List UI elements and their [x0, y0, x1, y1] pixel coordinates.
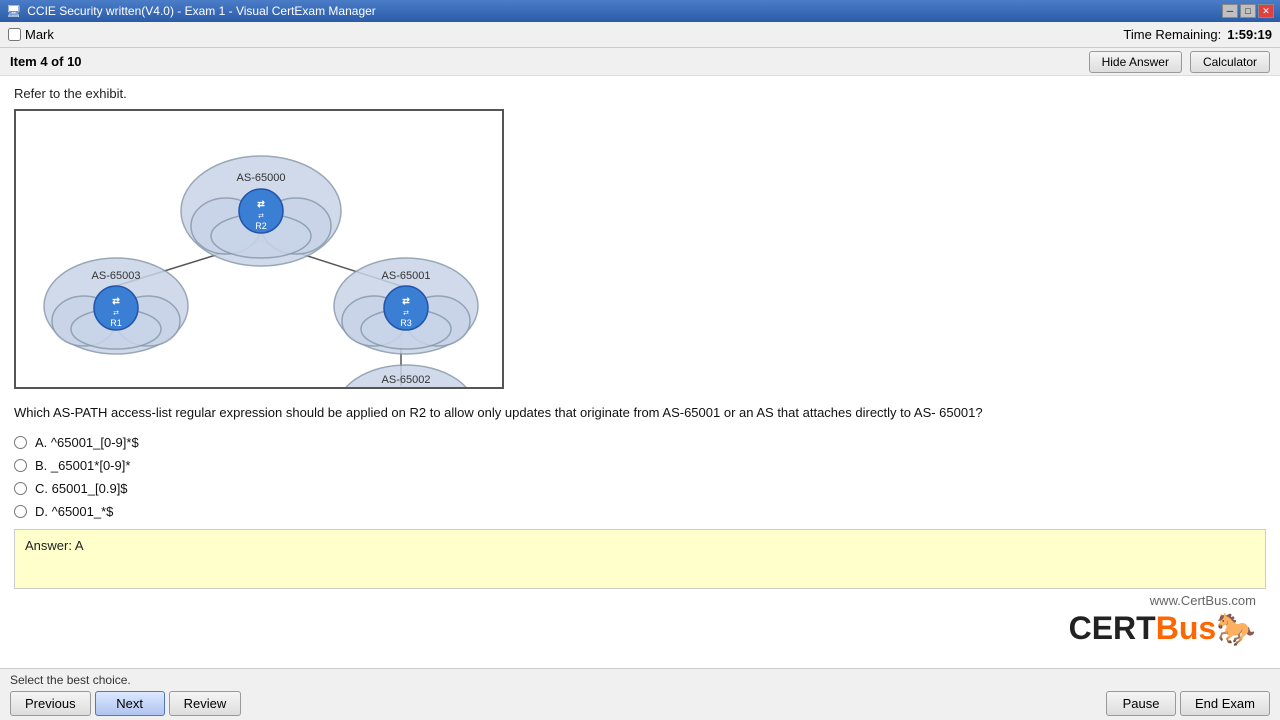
svg-text:⇄: ⇄	[402, 296, 410, 306]
answer-text: Answer: A	[25, 538, 84, 553]
app-icon: 🖥	[6, 4, 21, 18]
title-bar: 🖥 CCIE Security written(V4.0) - Exam 1 -…	[0, 0, 1280, 22]
title-bar-title: 🖥 CCIE Security written(V4.0) - Exam 1 -…	[6, 4, 376, 18]
svg-text:AS-65000: AS-65000	[237, 172, 286, 184]
question-text: Which AS-PATH access-list regular expres…	[14, 403, 1266, 423]
answer-box: Answer: A	[14, 529, 1266, 589]
option-d[interactable]: D. ^65001_*$	[14, 504, 1266, 519]
svg-text:R1: R1	[110, 318, 122, 328]
svg-text:AS-65003: AS-65003	[92, 270, 141, 282]
footer-right-buttons: Pause End Exam	[1106, 691, 1270, 716]
title-bar-controls[interactable]: ─ □ ✕	[1222, 4, 1274, 18]
network-diagram: AS-65000 ⇄ ⇄ R2 AS-65003 ⇄ ⇄ R1	[16, 111, 504, 389]
option-c[interactable]: C. 65001_[0.9]$	[14, 481, 1266, 496]
calculator-button[interactable]: Calculator	[1190, 51, 1270, 73]
option-a[interactable]: A. ^65001_[0-9]*$	[14, 435, 1266, 450]
svg-text:⇄: ⇄	[113, 310, 119, 317]
radio-d[interactable]	[14, 505, 27, 518]
certbus-name-bus: Bus	[1156, 610, 1216, 647]
option-c-label[interactable]: C. 65001_[0.9]$	[35, 481, 128, 496]
option-c-prefix: C.	[35, 481, 52, 496]
radio-c[interactable]	[14, 482, 27, 495]
radio-b[interactable]	[14, 459, 27, 472]
timer-value: 1:59:19	[1227, 27, 1272, 42]
svg-text:AS-65002: AS-65002	[382, 374, 431, 386]
footer-buttons: Previous Next Review Pause End Exam	[10, 691, 1270, 716]
certbus-name-cert: CERT	[1069, 610, 1156, 647]
svg-text:⇄: ⇄	[403, 310, 409, 317]
svg-text:⇄: ⇄	[257, 199, 265, 209]
footer-left-buttons: Previous Next Review	[10, 691, 241, 716]
maximize-button[interactable]: □	[1240, 4, 1256, 18]
network-exhibit: AS-65000 ⇄ ⇄ R2 AS-65003 ⇄ ⇄ R1	[14, 109, 504, 389]
answer-options: A. ^65001_[0-9]*$ B. _65001*[0-9]* C. 65…	[14, 435, 1266, 519]
exam-header: Item 4 of 10 Hide Answer Calculator	[0, 48, 1280, 76]
main-content: Refer to the exhibit. AS-65000 ⇄ ⇄ R2	[0, 76, 1280, 668]
close-button[interactable]: ✕	[1258, 4, 1274, 18]
previous-button[interactable]: Previous	[10, 691, 91, 716]
cloud-r1: AS-65003 ⇄ ⇄ R1	[44, 258, 188, 354]
option-b[interactable]: B. _65001*[0-9]*	[14, 458, 1266, 473]
option-a-prefix: A.	[35, 435, 51, 450]
item-label: Item 4 of 10	[10, 54, 82, 69]
end-exam-button[interactable]: End Exam	[1180, 691, 1270, 716]
mark-label: Mark	[25, 27, 54, 42]
footer: Select the best choice. Previous Next Re…	[0, 668, 1280, 720]
timer-label: Time Remaining:	[1123, 27, 1221, 42]
svg-text:R2: R2	[255, 221, 267, 231]
certbus-url: www.CertBus.com	[1069, 593, 1256, 608]
footer-hint: Select the best choice.	[10, 673, 1270, 687]
pause-button[interactable]: Pause	[1106, 691, 1176, 716]
certbus-logo: www.CertBus.com CERT Bus 🐎	[14, 589, 1266, 652]
svg-text:AS-65001: AS-65001	[382, 270, 431, 282]
option-b-prefix: B.	[35, 458, 51, 473]
option-b-text: _65001*[0-9]*	[51, 458, 131, 473]
option-c-text: 65001_[0.9]$	[52, 481, 128, 496]
svg-text:⇄: ⇄	[258, 213, 264, 220]
cloud-r3: AS-65001 ⇄ ⇄ R3	[334, 258, 478, 354]
refer-to-exhibit: Refer to the exhibit.	[14, 86, 1266, 101]
cloud-r2: AS-65000 ⇄ ⇄ R2	[181, 156, 341, 266]
window-title: CCIE Security written(V4.0) - Exam 1 - V…	[27, 4, 376, 18]
minimize-button[interactable]: ─	[1222, 4, 1238, 18]
mark-checkbox[interactable]	[8, 28, 21, 41]
review-button[interactable]: Review	[169, 691, 242, 716]
mark-checkbox-label[interactable]: Mark	[8, 27, 54, 42]
option-a-text: ^65001_[0-9]*$	[51, 435, 139, 450]
option-b-label[interactable]: B. _65001*[0-9]*	[35, 458, 130, 473]
cloud-r4: AS-65002 ⇄ ⇄ R4	[336, 365, 476, 389]
radio-a[interactable]	[14, 436, 27, 449]
option-a-label[interactable]: A. ^65001_[0-9]*$	[35, 435, 139, 450]
header-right: Hide Answer Calculator	[1089, 51, 1270, 73]
hide-answer-button[interactable]: Hide Answer	[1089, 51, 1182, 73]
option-d-prefix: D.	[35, 504, 52, 519]
svg-text:⇄: ⇄	[112, 296, 120, 306]
next-button[interactable]: Next	[95, 691, 165, 716]
mark-bar: Mark Time Remaining: 1:59:19	[0, 22, 1280, 48]
svg-text:R3: R3	[400, 318, 412, 328]
option-d-text: ^65001_*$	[52, 504, 114, 519]
certbus-icon: 🐎	[1216, 610, 1256, 648]
option-d-label[interactable]: D. ^65001_*$	[35, 504, 113, 519]
